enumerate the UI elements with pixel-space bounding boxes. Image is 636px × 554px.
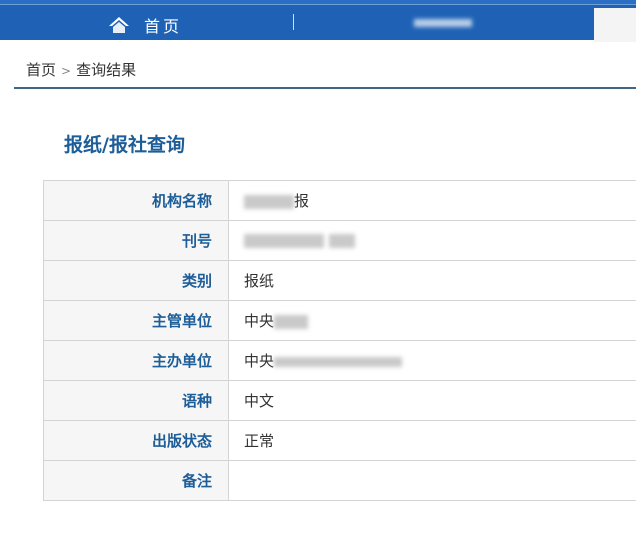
result-table: 机构名称报 刊号 类别 报纸 主管单位 中央 主办单位 中央 语种 中文 出版状态 正常 … — [43, 180, 636, 501]
row-label: 刊号 — [43, 220, 229, 261]
row-value: 中央 — [244, 352, 275, 370]
breadcrumb-current: 查询结果 — [76, 61, 137, 79]
nav-home-label: 首页 — [144, 17, 183, 36]
table-row: 语种 中文 — [43, 380, 636, 421]
table-row: 刊号 — [43, 220, 636, 261]
redacted-text — [274, 356, 403, 367]
table-row: 备注 — [43, 460, 636, 501]
row-label: 机构名称 — [43, 180, 229, 221]
nav-divider — [293, 14, 294, 30]
row-value — [228, 460, 636, 501]
top-nav-bar: 首页 — [0, 0, 636, 42]
redacted-text — [244, 194, 294, 209]
row-value: 正常 — [228, 420, 636, 461]
row-label: 类别 — [43, 260, 229, 301]
table-row: 主办单位 中央 — [43, 340, 636, 381]
table-row: 机构名称 报 — [43, 180, 636, 221]
row-label: 主办单位 — [43, 340, 229, 381]
row-label: 出版状态 — [43, 420, 229, 461]
nav-home-link[interactable]: 首页 — [108, 13, 182, 37]
search-box[interactable] — [594, 8, 636, 42]
row-value: 报纸 — [228, 260, 636, 301]
nav-item-blurred[interactable] — [414, 19, 472, 27]
row-value: 中央 — [244, 312, 275, 330]
row-label: 备注 — [43, 460, 229, 501]
home-icon — [109, 17, 129, 33]
redacted-text — [274, 314, 309, 329]
table-row: 出版状态 正常 — [43, 420, 636, 461]
table-row: 类别 报纸 — [43, 260, 636, 301]
row-label: 语种 — [43, 380, 229, 421]
breadcrumb-separator: > — [61, 64, 72, 78]
breadcrumb: 首页 > 查询结果 — [26, 59, 136, 80]
redacted-text — [244, 234, 324, 248]
redacted-text — [328, 234, 355, 248]
row-label: 主管单位 — [43, 300, 229, 341]
breadcrumb-home[interactable]: 首页 — [26, 61, 56, 79]
divider — [14, 87, 636, 89]
row-value: 报 — [294, 192, 310, 210]
row-value: 中文 — [228, 380, 636, 421]
page-title: 报纸/报社查询 — [64, 134, 185, 156]
table-row: 主管单位 中央 — [43, 300, 636, 341]
